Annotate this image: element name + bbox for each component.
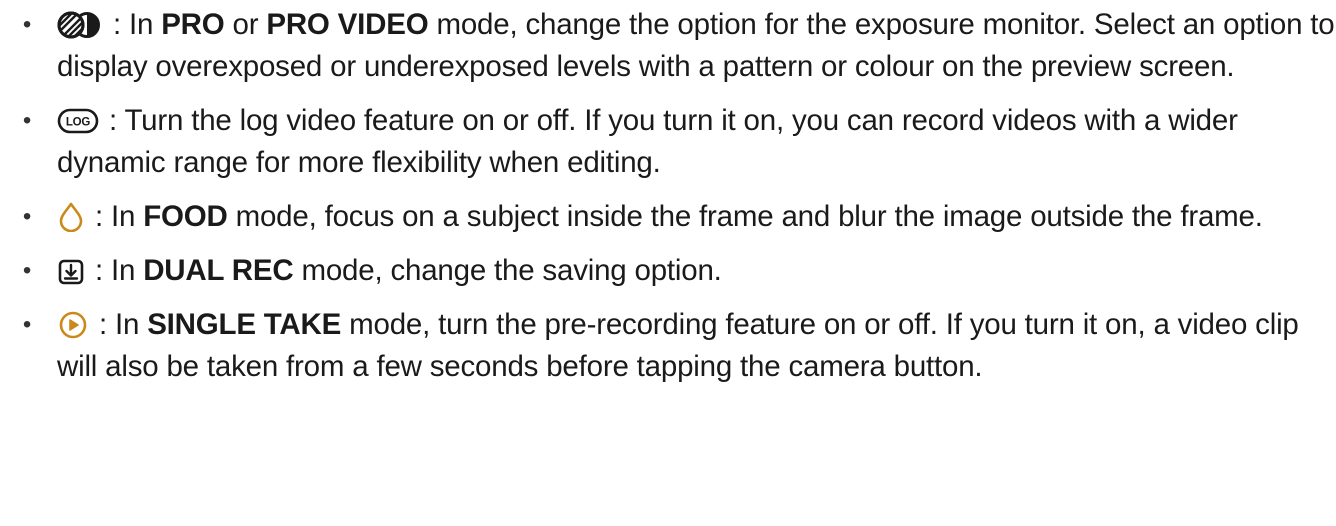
exposure-monitor-icon [57, 10, 103, 40]
bullet: • [22, 107, 32, 134]
bullet: • [22, 203, 32, 230]
svg-text:LOG: LOG [66, 117, 91, 129]
pre-recording-play-icon [57, 310, 89, 340]
food-focus-drop-icon [57, 202, 85, 232]
bullet: • [22, 11, 32, 38]
list-item-exposure-monitor: •: In PRO or PRO VIDEO mode, change the… [0, 4, 1336, 88]
camera-options-list: •: In PRO or PRO VIDEO mode, change the… [0, 4, 1336, 388]
list-item-single-take: • : In SINGLE TAKE mode, turn the pre-re… [0, 304, 1336, 388]
item-text-prefix: : In [87, 254, 144, 287]
mode-name-dual-rec: DUAL REC [143, 254, 294, 287]
bullet: • [22, 311, 32, 338]
item-text-prefix: : In [105, 8, 162, 41]
item-text: mode, change the saving option. [293, 254, 722, 287]
mode-name-single-take: SINGLE TAKE [147, 308, 342, 341]
save-option-icon [57, 256, 85, 286]
bullet: • [22, 257, 32, 284]
mode-name-food: FOOD [143, 200, 228, 233]
document-page: •: In PRO or PRO VIDEO mode, change the… [0, 0, 1336, 526]
log-video-icon: LOG [57, 106, 99, 136]
item-text-prefix: : In [87, 200, 144, 233]
item-text-prefix: : In [91, 308, 148, 341]
mode-name-pro-video: PRO VIDEO [266, 8, 429, 41]
list-item-food-focus: • : In FOOD mode, focus on a subject ins… [0, 196, 1336, 238]
mode-name-pro: PRO [161, 8, 225, 41]
item-text: : Turn the log video feature on or off. … [57, 104, 1238, 179]
list-item-dual-rec: • : In DUAL REC mode, change the saving … [0, 250, 1336, 292]
list-item-log-video: • LOG : Turn the log video feature on or… [0, 100, 1336, 184]
item-text: mode, focus on a subject inside the fram… [227, 200, 1263, 233]
item-text: or [224, 8, 267, 41]
